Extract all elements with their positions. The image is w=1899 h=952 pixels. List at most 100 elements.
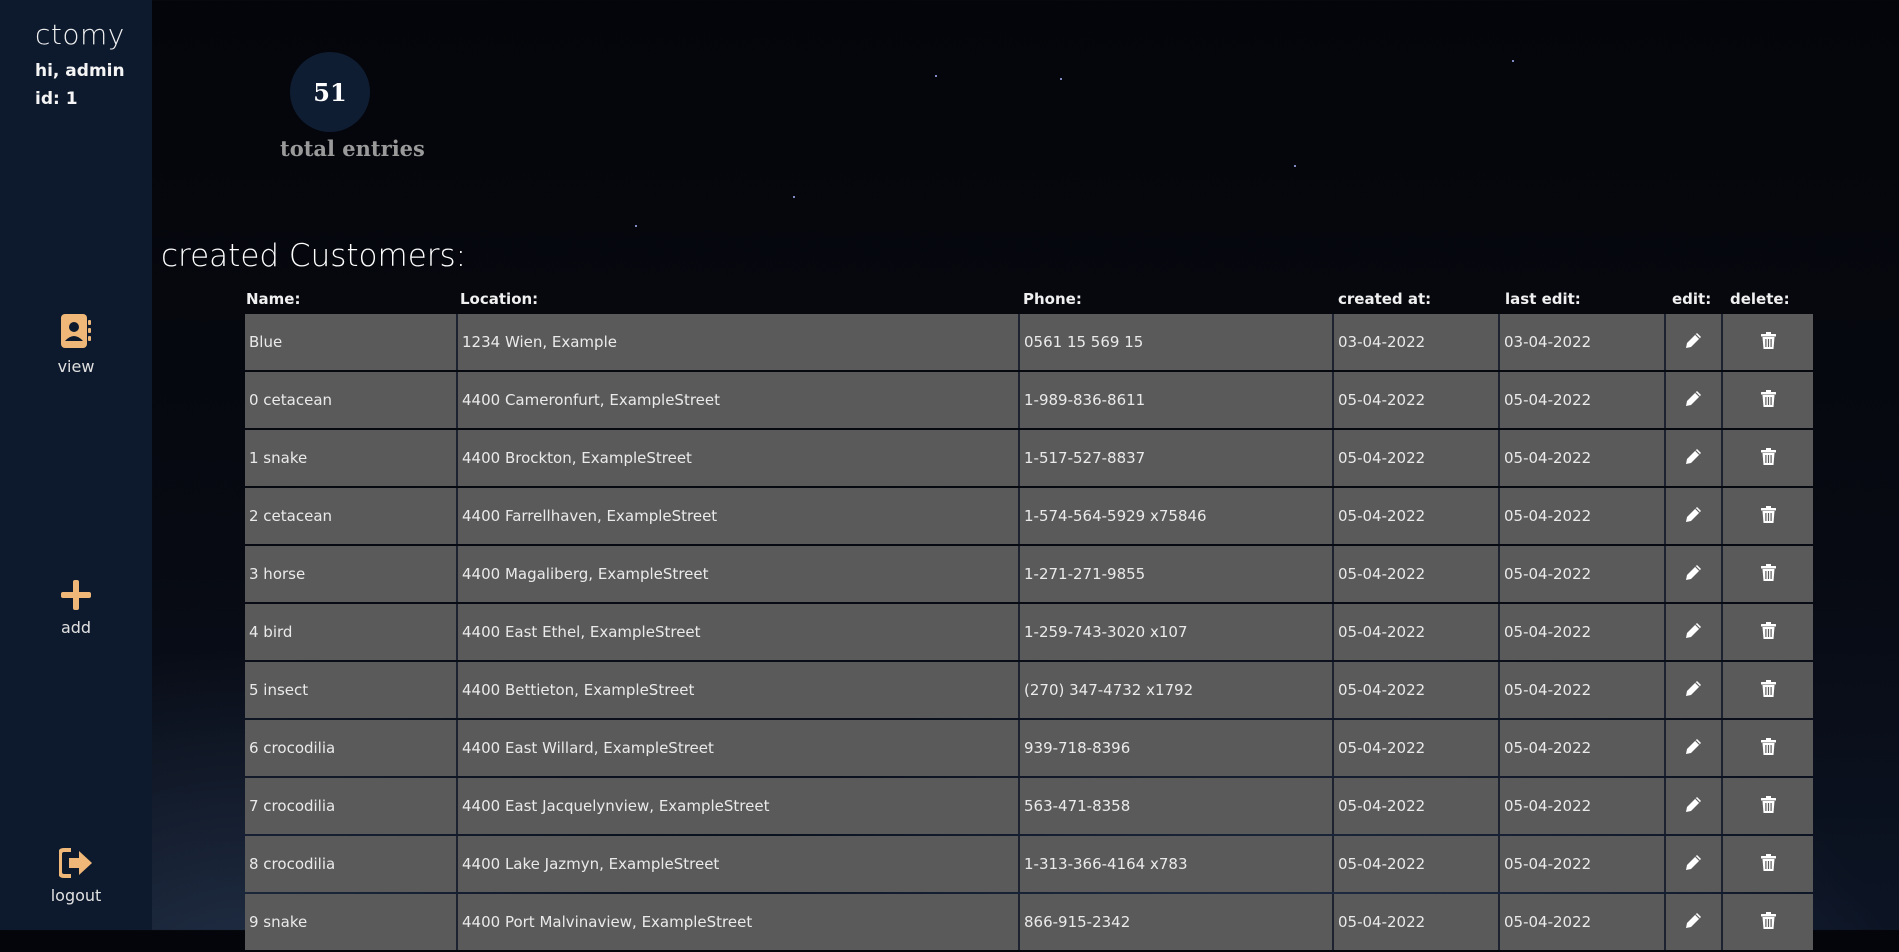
table-row: 0 cetacean 4400 Cameronfurt, ExampleStree…	[245, 372, 1820, 428]
table-row: 1 snake 4400 Brockton, ExampleStreet 1-517…	[245, 430, 1820, 486]
table-row: 6 crocodilia 4400 East Willard, ExampleSt…	[245, 720, 1820, 776]
cell-last-edit: 03-04-2022	[1500, 314, 1666, 370]
header-edit: edit:	[1672, 290, 1712, 308]
cell-name: 5 insect	[245, 662, 458, 718]
cell-last-edit: 05-04-2022	[1500, 662, 1666, 718]
cell-last-edit: 05-04-2022	[1500, 372, 1666, 428]
cell-name: 0 cetacean	[245, 372, 458, 428]
table-row: 4 bird 4400 East Ethel, ExampleStreet 1-25…	[245, 604, 1820, 660]
delete-button[interactable]	[1723, 546, 1813, 602]
delete-button[interactable]	[1723, 662, 1813, 718]
trash-icon	[1760, 331, 1776, 353]
cell-created: 05-04-2022	[1334, 894, 1500, 950]
delete-button[interactable]	[1723, 836, 1813, 892]
pencil-icon	[1685, 912, 1702, 933]
cell-location: 4400 Port Malvinaview, ExampleStreet	[458, 894, 1020, 950]
cell-created: 05-04-2022	[1334, 836, 1500, 892]
pencil-icon	[1685, 622, 1702, 643]
cell-location: 4400 Magaliberg, ExampleStreet	[458, 546, 1020, 602]
pencil-icon	[1685, 738, 1702, 759]
total-entries-count: 51	[290, 52, 370, 132]
header-location: Location:	[460, 290, 539, 308]
header-name: Name:	[246, 290, 301, 308]
pencil-icon	[1685, 506, 1702, 527]
trash-icon	[1760, 563, 1776, 585]
trash-icon	[1760, 447, 1776, 469]
delete-button[interactable]	[1723, 720, 1813, 776]
edit-button[interactable]	[1666, 314, 1723, 370]
table-row: 8 crocodilia 4400 Lake Jazmyn, ExampleStr…	[245, 836, 1820, 892]
table-row: Blue 1234 Wien, Example 0561 15 569 15 03-0…	[245, 314, 1820, 370]
cell-created: 05-04-2022	[1334, 488, 1500, 544]
cell-location: 4400 Farrellhaven, ExampleStreet	[458, 488, 1020, 544]
table-header: Name: Location: Phone: created at: last …	[245, 290, 1820, 314]
edit-button[interactable]	[1666, 662, 1723, 718]
edit-button[interactable]	[1666, 430, 1723, 486]
delete-button[interactable]	[1723, 430, 1813, 486]
star-dot	[1512, 60, 1514, 62]
cell-name: 1 snake	[245, 430, 458, 486]
edit-button[interactable]	[1666, 372, 1723, 428]
nav-logout-label: logout	[50, 886, 102, 905]
delete-button[interactable]	[1723, 314, 1813, 370]
cell-phone: 939-718-8396	[1020, 720, 1334, 776]
cell-phone: 1-517-527-8837	[1020, 430, 1334, 486]
pencil-icon	[1685, 332, 1702, 353]
edit-button[interactable]	[1666, 778, 1723, 834]
table-body: Blue 1234 Wien, Example 0561 15 569 15 03-0…	[245, 314, 1820, 950]
delete-button[interactable]	[1723, 372, 1813, 428]
cell-name: 3 horse	[245, 546, 458, 602]
page-title: created Customers:	[161, 238, 467, 274]
cell-location: 4400 East Jacquelynview, ExampleStreet	[458, 778, 1020, 834]
header-delete: delete:	[1730, 290, 1790, 308]
cell-created: 05-04-2022	[1334, 372, 1500, 428]
delete-button[interactable]	[1723, 778, 1813, 834]
edit-button[interactable]	[1666, 720, 1723, 776]
edit-button[interactable]	[1666, 546, 1723, 602]
sidebar: ctomy hi, admin id: 1 view add logout	[0, 0, 152, 930]
star-dot	[793, 196, 795, 198]
table-row: 3 horse 4400 Magaliberg, ExampleStreet 1-2…	[245, 546, 1820, 602]
cell-last-edit: 05-04-2022	[1500, 778, 1666, 834]
delete-button[interactable]	[1723, 604, 1813, 660]
star-dot	[935, 75, 937, 77]
edit-button[interactable]	[1666, 604, 1723, 660]
table-row: 7 crocodilia 4400 East Jacquelynview, Exa…	[245, 778, 1820, 834]
customers-table: Name: Location: Phone: created at: last …	[245, 290, 1820, 952]
logout-icon	[58, 848, 93, 882]
cell-phone: (270) 347-4732 x1792	[1020, 662, 1334, 718]
user-id: id: 1	[35, 89, 78, 109]
cell-name: 4 bird	[245, 604, 458, 660]
star-dot	[635, 225, 637, 227]
trash-icon	[1760, 737, 1776, 759]
cell-name: 7 crocodilia	[245, 778, 458, 834]
nav-logout-button[interactable]: logout	[0, 848, 152, 905]
pencil-icon	[1685, 680, 1702, 701]
edit-button[interactable]	[1666, 836, 1723, 892]
nav-add-button[interactable]: add	[0, 580, 152, 637]
delete-button[interactable]	[1723, 488, 1813, 544]
cell-name: Blue	[245, 314, 458, 370]
cell-phone: 1-271-271-9855	[1020, 546, 1334, 602]
contact-book-icon	[60, 313, 92, 353]
cell-location: 4400 Bettieton, ExampleStreet	[458, 662, 1020, 718]
nav-view-button[interactable]: view	[0, 313, 152, 376]
cell-phone: 866-915-2342	[1020, 894, 1334, 950]
cell-location: 4400 East Ethel, ExampleStreet	[458, 604, 1020, 660]
cell-phone: 1-259-743-3020 x107	[1020, 604, 1334, 660]
edit-button[interactable]	[1666, 488, 1723, 544]
cell-last-edit: 05-04-2022	[1500, 430, 1666, 486]
cell-last-edit: 05-04-2022	[1500, 488, 1666, 544]
table-row: 2 cetacean 4400 Farrellhaven, ExampleStre…	[245, 488, 1820, 544]
brand-logo: ctomy	[35, 18, 125, 51]
cell-created: 05-04-2022	[1334, 604, 1500, 660]
edit-button[interactable]	[1666, 894, 1723, 950]
cell-created: 03-04-2022	[1334, 314, 1500, 370]
header-last-edit: last edit:	[1505, 290, 1581, 308]
cell-last-edit: 05-04-2022	[1500, 836, 1666, 892]
delete-button[interactable]	[1723, 894, 1813, 950]
trash-icon	[1760, 911, 1776, 933]
cell-location: 4400 Lake Jazmyn, ExampleStreet	[458, 836, 1020, 892]
cell-name: 8 crocodilia	[245, 836, 458, 892]
table-row: 5 insect 4400 Bettieton, ExampleStreet (27…	[245, 662, 1820, 718]
